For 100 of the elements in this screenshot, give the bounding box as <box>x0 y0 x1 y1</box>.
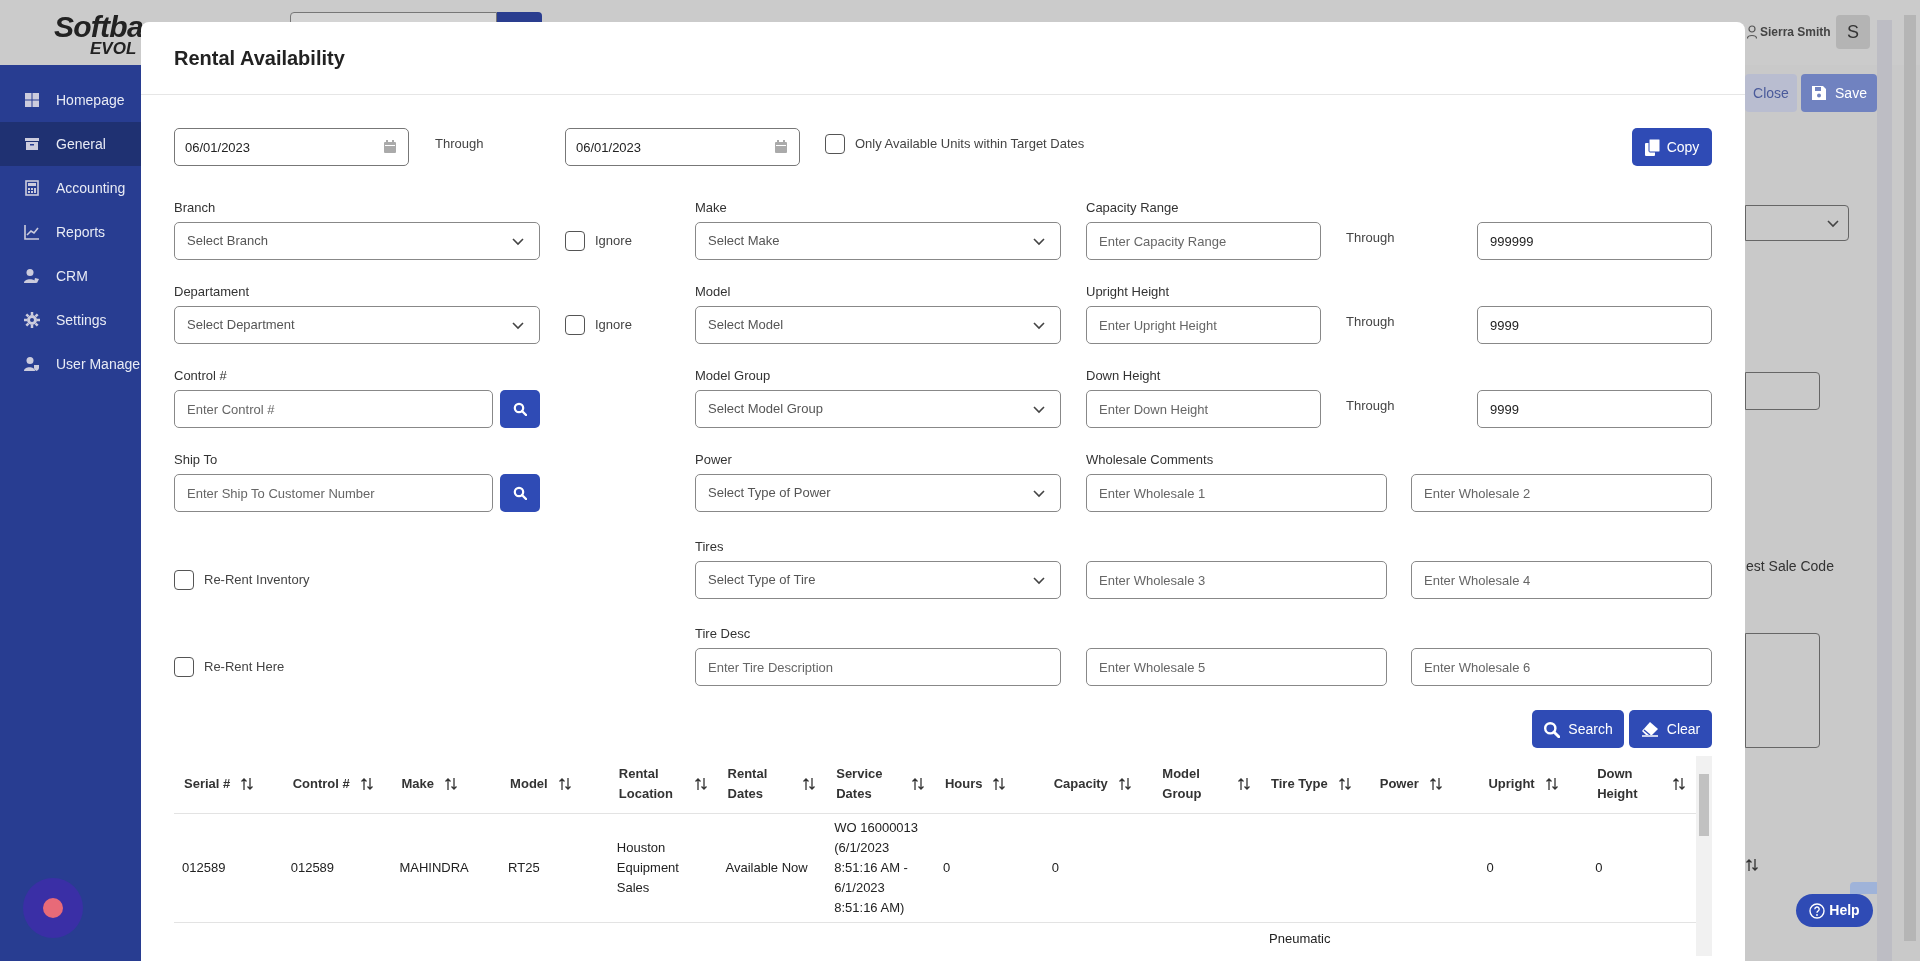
search-button[interactable] <box>500 474 540 512</box>
table-cell: 0 <box>934 813 1044 922</box>
close-button[interactable]: Close <box>1745 74 1797 112</box>
checkbox[interactable] <box>825 134 845 154</box>
input-field[interactable]: 9999 <box>1477 390 1712 428</box>
sort-icon <box>1428 777 1443 792</box>
input-field[interactable]: Enter Wholesale 1 <box>1086 474 1387 512</box>
help-icon <box>1809 902 1826 919</box>
search-button[interactable]: Search <box>1532 710 1624 748</box>
sort-icon <box>557 777 572 792</box>
search-icon <box>1543 720 1561 738</box>
column-header[interactable]: Tire Type <box>1261 756 1370 813</box>
checkbox[interactable] <box>565 315 585 335</box>
column-header[interactable]: Make <box>391 756 501 813</box>
column-header[interactable]: Model <box>500 756 609 813</box>
dropdown-field[interactable] <box>1745 205 1849 241</box>
avatar[interactable]: S <box>1836 15 1870 49</box>
input-field[interactable]: Enter Wholesale 6 <box>1411 648 1712 686</box>
field-label: Branch <box>174 200 217 216</box>
field-label: Ship To <box>174 452 219 468</box>
input-field[interactable]: Enter Control # <box>174 390 493 428</box>
select-field[interactable]: Select Model <box>695 306 1061 344</box>
through-label: Through <box>1346 229 1396 248</box>
input-field[interactable]: Enter Wholesale 4 <box>1411 561 1712 599</box>
sidebar-item[interactable]: Accounting <box>0 166 141 210</box>
search-button[interactable] <box>500 390 540 428</box>
copy-button[interactable]: Copy <box>1632 128 1712 166</box>
sidebar-item[interactable]: Settings <box>0 298 141 342</box>
table-cell: MAHINDRA <box>391 813 501 922</box>
text-area[interactable] <box>1745 633 1820 748</box>
checkbox-label: Re-Rent Inventory <box>204 571 310 590</box>
sidebar-item[interactable]: General <box>0 122 141 166</box>
column-header[interactable]: Power <box>1369 756 1479 813</box>
column-header[interactable]: Rental Location <box>608 756 718 813</box>
sort-icon <box>910 777 925 792</box>
through-label: Through <box>435 135 485 154</box>
sidebar-item[interactable]: Reports <box>0 210 141 254</box>
search-icon <box>513 486 527 500</box>
scrollbar[interactable] <box>1877 20 1892 961</box>
input-field[interactable]: Enter Down Height <box>1086 390 1321 428</box>
calendar-icon <box>383 139 397 154</box>
through-label: Through <box>1346 313 1396 332</box>
field-label: Tires <box>695 539 725 555</box>
scrollbar[interactable] <box>1696 756 1712 956</box>
user-icon <box>1747 25 1757 39</box>
clear-button[interactable]: Clear <box>1629 710 1712 748</box>
select-field[interactable]: Select Model Group <box>695 390 1061 428</box>
checkbox-label: Only Available Units within Target Dates <box>855 135 1085 154</box>
sidebar-item[interactable]: CRM <box>0 254 141 298</box>
logo: Softba EVOL <box>54 12 143 57</box>
column-header[interactable]: Upright <box>1478 756 1588 813</box>
select-field[interactable]: Select Type of Tire <box>695 561 1061 599</box>
checkbox[interactable] <box>174 657 194 677</box>
input-field[interactable]: Enter Upright Height <box>1086 306 1321 344</box>
field-label: Down Height <box>1086 368 1162 384</box>
sort-icon <box>1237 777 1252 792</box>
column-header[interactable]: Service Dates <box>826 756 935 813</box>
input-field[interactable]: Enter Ship To Customer Number <box>174 474 493 512</box>
select-field[interactable]: Select Type of Power <box>695 474 1061 512</box>
sort-icon <box>240 777 255 792</box>
eraser-icon <box>1640 721 1659 737</box>
table-cell: Houston Equipment Sales <box>608 813 718 922</box>
column-header[interactable]: Hours <box>934 756 1044 813</box>
calculator-icon <box>24 180 40 196</box>
input-field[interactable]: 999999 <box>1477 222 1712 260</box>
checkbox[interactable] <box>174 570 194 590</box>
input-field[interactable]: Enter Tire Description <box>695 648 1061 686</box>
field-label: Upright Height <box>1086 284 1171 300</box>
column-header[interactable]: Control # <box>282 756 392 813</box>
input-field[interactable]: Enter Wholesale 2 <box>1411 474 1712 512</box>
date-field[interactable]: 06/01/2023 <box>174 128 409 166</box>
sidebar-item[interactable]: User Manage <box>0 342 141 386</box>
column-header[interactable]: Model Group <box>1152 756 1262 813</box>
save-button[interactable]: Save <box>1801 74 1877 112</box>
column-header[interactable]: Rental Dates <box>717 756 827 813</box>
field-label: Make <box>695 200 728 216</box>
column-header[interactable]: Capacity <box>1043 756 1153 813</box>
archive-box-icon <box>24 136 40 152</box>
sort-icon <box>1745 858 1759 872</box>
table-cell: 0 <box>1587 813 1696 922</box>
input-field[interactable] <box>1745 372 1820 410</box>
input-field[interactable]: Enter Capacity Range <box>1086 222 1321 260</box>
table-cell: 012589 <box>174 813 283 922</box>
select-field[interactable]: Select Department <box>174 306 540 344</box>
input-field[interactable]: Enter Wholesale 3 <box>1086 561 1387 599</box>
column-header[interactable]: Down Height <box>1587 756 1696 813</box>
sort-icon <box>992 777 1007 792</box>
table-cell: WO 16000013 (6/1/2023 8:51:16 AM - 6/1/2023 8:51:16 AM) <box>826 813 935 922</box>
select-field[interactable]: Select Branch <box>174 222 540 260</box>
input-field[interactable]: 9999 <box>1477 306 1712 344</box>
table-cell: Available Now <box>717 813 827 922</box>
help-button[interactable]: Help <box>1796 894 1873 927</box>
field-label: Model <box>695 284 732 300</box>
date-field[interactable]: 06/01/2023 <box>565 128 800 166</box>
column-header[interactable]: Serial # <box>174 756 283 813</box>
input-field[interactable]: Enter Wholesale 5 <box>1086 648 1387 686</box>
sidebar-item[interactable]: Homepage <box>0 78 141 122</box>
select-field[interactable]: Select Make <box>695 222 1061 260</box>
table-cell: 0 <box>1043 813 1153 922</box>
checkbox[interactable] <box>565 231 585 251</box>
